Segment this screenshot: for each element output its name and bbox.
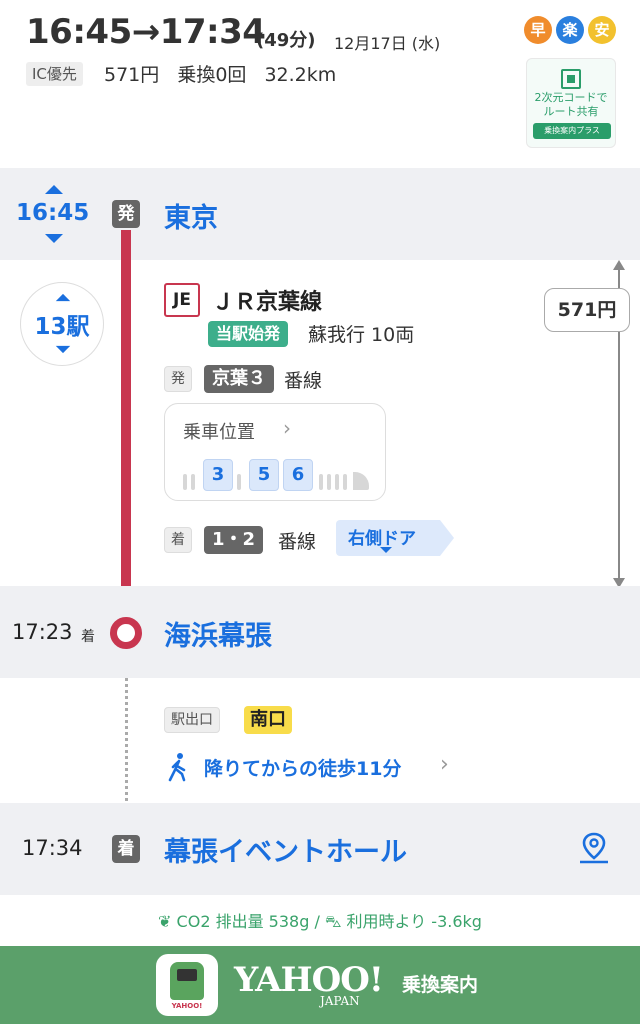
destination-station[interactable]: 幕張イベントホール <box>164 830 407 869</box>
departure-track-suffix: 番線 <box>284 370 323 392</box>
walk-dotted-line <box>125 655 128 825</box>
chevron-right-icon: › <box>283 416 291 440</box>
chevron-right-icon[interactable]: › <box>440 752 449 777</box>
line-code-icon: JE <box>164 283 200 317</box>
chevron-up-icon <box>55 293 71 302</box>
train-destination: 蘇我行 10両 <box>308 324 415 346</box>
arrival-track: 1・2 <box>204 526 264 554</box>
ic-priority-badge: IC優先 <box>26 62 83 86</box>
car-slot <box>327 474 331 490</box>
fare-range-top-icon <box>613 260 625 270</box>
arrival-badge: 着 <box>112 835 140 863</box>
qr-code-icon <box>561 69 581 89</box>
trip-duration: (49分) <box>256 30 316 51</box>
car-slot <box>319 474 323 490</box>
arrival-track-suffix: 番線 <box>278 531 317 553</box>
exit-name: 南口 <box>244 706 292 734</box>
trip-time-range: 16:45→17:34 <box>26 12 266 52</box>
stops-count: 13駅 <box>34 314 90 340</box>
car-position-button[interactable]: 乗車位置 › 3 5 6 <box>164 403 386 501</box>
line-name[interactable]: ＪＲ京葉線 <box>212 284 322 316</box>
summary-fare: 571円 <box>104 64 160 86</box>
arrival-stop-row[interactable] <box>0 586 640 678</box>
door-side: 右側ドア <box>348 529 416 549</box>
stop-arrival-suffix: 着 <box>81 629 95 645</box>
map-pin-icon[interactable] <box>576 830 612 866</box>
departure-station[interactable]: 東京 <box>164 196 218 235</box>
cheapest-badge: 安 <box>588 16 616 44</box>
departure-row[interactable] <box>0 168 640 260</box>
summary-transfers: 乗換0回 <box>177 64 247 86</box>
route-line <box>121 230 131 626</box>
exit-label: 駅出口 <box>164 707 220 733</box>
stop-station[interactable]: 海浜幕張 <box>164 614 272 653</box>
car-slot <box>335 474 339 490</box>
door-arrow-icon <box>380 547 392 553</box>
later-train-icon[interactable] <box>45 234 63 243</box>
recommended-car: 3 <box>203 459 233 491</box>
car-slot <box>191 474 195 490</box>
train-icon <box>170 962 204 1000</box>
car-slot <box>343 474 347 490</box>
service-name: 乗換案内 <box>402 974 479 996</box>
walk-time-link[interactable]: 降りてからの徒歩11分 <box>204 754 401 781</box>
trip-date: 12月17日 (水) <box>334 34 441 53</box>
train-window <box>177 969 197 981</box>
departure-track-label: 発 <box>164 366 192 392</box>
recommended-car: 5 <box>249 459 279 491</box>
train-nose-icon <box>353 472 369 490</box>
departure-badge: 発 <box>112 200 140 228</box>
summary-distance: 32.2km <box>264 64 337 86</box>
leaf-icon: ❦ <box>158 912 172 931</box>
car-position-title: 乗車位置 <box>183 422 255 443</box>
qr-plus-tag: 乗換案内プラス <box>533 123 611 139</box>
walking-person-icon <box>166 752 192 782</box>
origin-station-badge: 当駅始発 <box>208 321 289 347</box>
co2-info: ❦ CO2 排出量 538g / ⛍ 利用時より -3.6kg <box>0 908 640 933</box>
chevron-down-icon <box>55 345 71 354</box>
car-slot <box>237 474 241 490</box>
segment-fare[interactable]: 571円 <box>544 288 630 332</box>
app-icon-label: YAHOO! <box>171 1002 203 1010</box>
yahoo-japan-text: JAPAN <box>320 994 360 1008</box>
qr-share-button[interactable]: 2次元コードで ルート共有 乗換案内プラス <box>526 58 616 148</box>
qr-share-text: 2次元コードで ルート共有 <box>534 91 608 118</box>
fastest-badge: 早 <box>524 16 552 44</box>
arrival-time: 17:34 <box>22 836 83 860</box>
car-slot <box>183 474 187 490</box>
app-icon[interactable]: YAHOO! <box>156 954 218 1016</box>
arrival-track-label: 着 <box>164 527 192 553</box>
stop-arrival-time: 17:23 <box>12 620 73 644</box>
car-icon: ⛍ <box>324 912 342 931</box>
co2-emission: CO2 排出量 538g / <box>176 912 320 931</box>
stops-count-button[interactable]: 13駅 <box>20 282 104 366</box>
departure-track: 京葉３ <box>204 365 274 393</box>
yahoo-logo: YAHOO! <box>234 960 384 1000</box>
easiest-badge: 楽 <box>556 16 584 44</box>
stop-marker-icon <box>110 617 142 649</box>
departure-time[interactable]: 16:45 <box>16 200 89 226</box>
recommended-car: 6 <box>283 459 313 491</box>
trip-summary: 571円 乗換0回 32.2km <box>104 60 348 87</box>
door-side-tag: 右側ドア <box>336 520 454 556</box>
earlier-train-icon[interactable] <box>45 185 63 194</box>
car-comparison: 利用時より -3.6kg <box>346 912 482 931</box>
